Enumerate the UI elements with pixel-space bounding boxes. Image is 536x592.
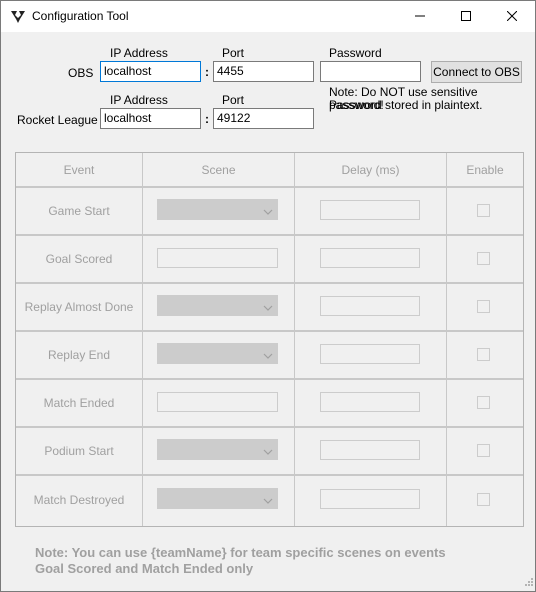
header-event: Event	[63, 162, 95, 177]
scene-select-podium-start[interactable]	[157, 439, 278, 460]
rl-ip-label: IP Address	[110, 93, 168, 107]
delay-input-podium-start[interactable]	[320, 440, 420, 460]
header-enable: Enable	[466, 162, 504, 177]
grid-divider	[446, 153, 447, 526]
scene-select-replay-almost-done[interactable]	[157, 295, 278, 316]
rl-port-label: Port	[222, 93, 245, 107]
event-label-game-start: Game Start	[48, 204, 110, 218]
event-label-replay-end: Replay End	[47, 348, 111, 362]
close-icon	[506, 10, 518, 24]
header-scene: Scene	[201, 162, 236, 177]
obs-port-input[interactable]: 4455	[213, 61, 314, 82]
enable-checkbox-podium-start[interactable]	[477, 444, 490, 457]
delay-input-goal-scored[interactable]	[320, 248, 420, 268]
chevron-down-icon	[263, 494, 273, 508]
password-note-line2: Password stored in plaintext.	[329, 98, 483, 112]
title-bar[interactable]: Configuration Tool	[1, 1, 535, 32]
team-name-note-line2: Goal Scored and Match Ended only	[35, 561, 254, 576]
obs-password-label: Password	[329, 46, 382, 60]
obs-port-label: Port	[222, 46, 245, 60]
app-icon	[10, 9, 26, 25]
event-label-replay-almost-done: Replay Almost Done	[24, 300, 134, 314]
close-button[interactable]	[489, 1, 535, 32]
rl-row-label: Rocket League	[17, 113, 98, 127]
chevron-down-icon	[263, 301, 273, 315]
grid-divider	[142, 153, 143, 526]
chevron-down-icon	[263, 445, 273, 459]
event-scene-grid: Event Scene Delay (ms) Enable Game Start…	[15, 152, 524, 527]
minimize-icon	[415, 10, 425, 24]
enable-checkbox-goal-scored[interactable]	[477, 252, 490, 265]
event-label-match-ended: Match Ended	[43, 396, 115, 410]
connect-to-obs-button[interactable]: Connect to OBS	[431, 61, 522, 83]
enable-checkbox-match-ended[interactable]	[477, 396, 490, 409]
delay-input-game-start[interactable]	[320, 200, 420, 220]
rl-port-input[interactable]: 49122	[213, 108, 314, 129]
scene-select-match-destroyed[interactable]	[157, 488, 278, 509]
resize-grip-icon[interactable]	[523, 575, 533, 589]
minimize-button[interactable]	[397, 1, 443, 32]
team-name-note: Note: You can use {teamName} for team sp…	[35, 545, 515, 577]
enable-checkbox-game-start[interactable]	[477, 204, 490, 217]
event-label-match-destroyed: Match Destroyed	[33, 493, 125, 507]
obs-row-label: OBS	[68, 66, 94, 80]
scene-select-replay-end[interactable]	[157, 343, 278, 364]
chevron-down-icon	[263, 349, 273, 363]
obs-colon: :	[205, 65, 209, 79]
obs-ip-input[interactable]: localhost	[100, 61, 201, 82]
delay-input-match-destroyed[interactable]	[320, 489, 420, 509]
scene-select-game-start[interactable]	[157, 199, 278, 220]
delay-input-replay-almost-done[interactable]	[320, 296, 420, 316]
obs-password-input[interactable]	[320, 61, 421, 82]
window-title: Configuration Tool	[32, 9, 129, 23]
delay-input-replay-end[interactable]	[320, 344, 420, 364]
rl-ip-input[interactable]: localhost	[100, 108, 201, 129]
team-name-note-line1: Note: You can use {teamName} for team sp…	[35, 545, 446, 560]
enable-checkbox-match-destroyed[interactable]	[477, 493, 490, 506]
maximize-button[interactable]	[443, 1, 489, 32]
grid-divider	[294, 153, 295, 526]
rl-colon: :	[205, 112, 209, 126]
scene-input-goal-scored[interactable]	[157, 248, 278, 268]
configuration-window: Configuration Tool IP Address Port Passw…	[0, 0, 536, 592]
event-label-goal-scored: Goal Scored	[45, 252, 113, 266]
delay-input-match-ended[interactable]	[320, 392, 420, 412]
enable-checkbox-replay-end[interactable]	[477, 348, 490, 361]
header-delay: Delay (ms)	[341, 162, 400, 177]
chevron-down-icon	[263, 205, 273, 219]
event-label-podium-start: Podium Start	[44, 444, 114, 458]
obs-ip-label: IP Address	[110, 46, 168, 60]
scene-input-match-ended[interactable]	[157, 392, 278, 412]
maximize-icon	[461, 10, 471, 24]
enable-checkbox-replay-almost-done[interactable]	[477, 300, 490, 313]
